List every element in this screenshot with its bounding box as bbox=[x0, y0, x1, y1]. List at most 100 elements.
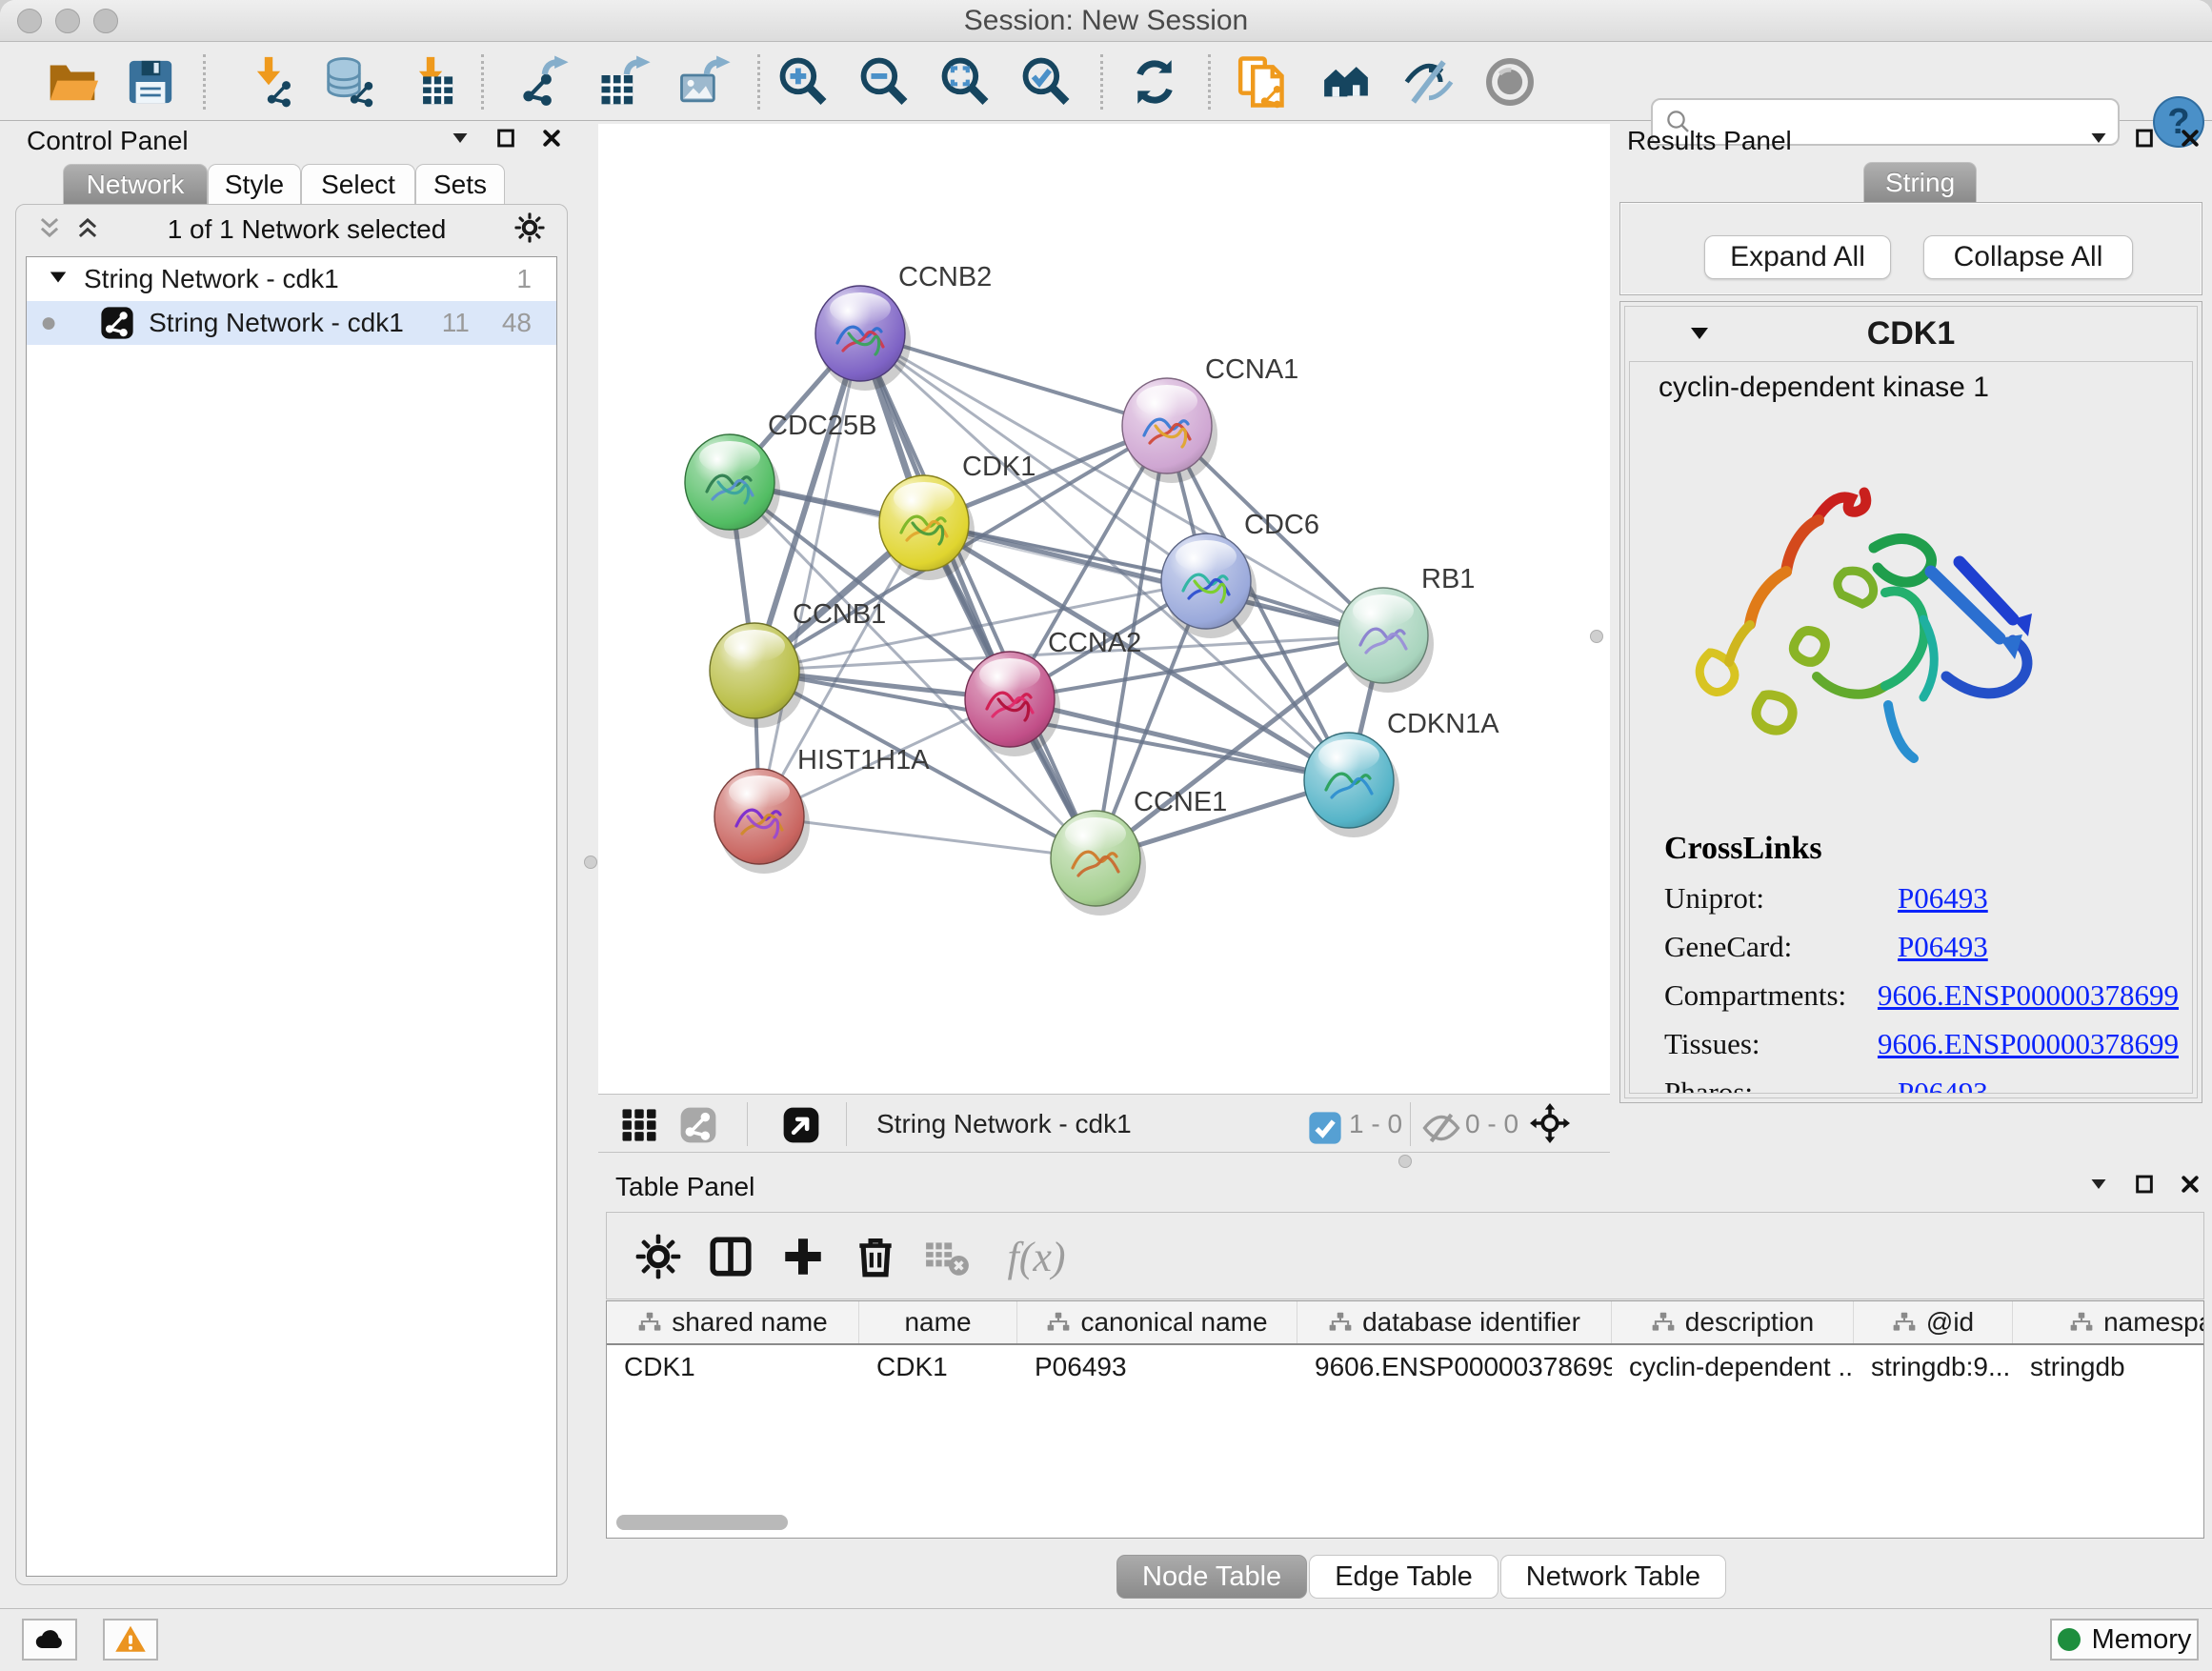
memory-button[interactable]: Memory bbox=[2050, 1619, 2199, 1661]
import-network-database-icon[interactable] bbox=[316, 52, 385, 111]
network-node-CDKN1A[interactable] bbox=[1304, 733, 1399, 837]
protein-header[interactable]: CDK1 bbox=[1625, 307, 2197, 360]
panel-close-icon[interactable] bbox=[2178, 126, 2202, 151]
import-network-file-icon[interactable] bbox=[234, 52, 303, 111]
column-header-canonical-name[interactable]: canonical name bbox=[1017, 1301, 1297, 1343]
column-header-shared-name[interactable]: shared name bbox=[607, 1301, 859, 1343]
protein-body: cyclin-dependent kinase 1 bbox=[1629, 361, 2193, 1094]
show-overview-eye-icon[interactable] bbox=[1476, 52, 1544, 111]
delete-column-trash-icon[interactable] bbox=[849, 1230, 902, 1283]
detach-view-icon[interactable] bbox=[781, 1105, 821, 1145]
collection-expand-icon[interactable] bbox=[48, 264, 69, 294]
network-overview-grid-icon[interactable] bbox=[619, 1105, 659, 1145]
pan-crosshair-icon[interactable] bbox=[1530, 1103, 1572, 1145]
table-panel-title: Table Panel bbox=[598, 1172, 754, 1202]
tab-edge-table[interactable]: Edge Table bbox=[1309, 1555, 1498, 1599]
network-node-CCNA1[interactable] bbox=[1122, 378, 1217, 483]
panel-float-icon[interactable] bbox=[493, 126, 518, 151]
table-row[interactable]: CDK1CDK1P064939606.ENSP00000378699cyclin… bbox=[607, 1345, 2203, 1389]
network-selection-status: 1 of 1 Network selected bbox=[100, 214, 513, 245]
network-row[interactable]: ● String Network - cdk1 11 48 bbox=[27, 301, 556, 345]
network-node-CCNE1[interactable] bbox=[1051, 811, 1146, 916]
collapse-all-button[interactable]: Collapse All bbox=[1923, 235, 2133, 279]
network-node-HIST1H1A[interactable] bbox=[714, 769, 810, 874]
apply-layout-icon[interactable] bbox=[1120, 52, 1189, 111]
network-options-gear-icon[interactable] bbox=[513, 211, 546, 249]
export-image-icon[interactable] bbox=[671, 52, 739, 111]
vertical-splitter-handle[interactable] bbox=[1590, 630, 1603, 643]
close-window-button[interactable] bbox=[17, 9, 42, 33]
crosslink-link[interactable]: P06493 bbox=[1898, 881, 1988, 916]
panel-float-icon[interactable] bbox=[2132, 126, 2157, 151]
panel-menu-icon[interactable] bbox=[2086, 1172, 2111, 1197]
tab-style[interactable]: Style bbox=[208, 164, 301, 204]
horizontal-scrollbar-thumb[interactable] bbox=[616, 1515, 788, 1530]
window-title: Session: New Session bbox=[0, 0, 2212, 42]
panel-float-icon[interactable] bbox=[2132, 1172, 2157, 1197]
network-canvas[interactable]: CCNB2CCNA1CDC25BCDK1CDC6RB1CCNB1CCNA2CDK… bbox=[598, 124, 1610, 1094]
export-network-icon[interactable] bbox=[509, 52, 577, 111]
crosslinks-title: CrossLinks bbox=[1664, 831, 2179, 867]
panel-close-icon[interactable] bbox=[539, 126, 564, 151]
zoom-fit-icon[interactable] bbox=[931, 52, 999, 111]
column-header-database-identifier[interactable]: database identifier bbox=[1297, 1301, 1612, 1343]
node-table[interactable]: shared namenamecanonical namedatabase id… bbox=[606, 1300, 2204, 1539]
node-label-CCNB1: CCNB1 bbox=[793, 599, 886, 630]
crosslink-label: Compartments: bbox=[1664, 978, 1878, 1013]
network-node-CDK1[interactable] bbox=[879, 475, 975, 580]
hidden-eye-icon[interactable] bbox=[1421, 1108, 1458, 1144]
crosslink-link[interactable]: P06493 bbox=[1898, 930, 1988, 964]
crosslink-link[interactable]: 9606.ENSP00000378699 bbox=[1878, 1027, 2179, 1061]
table-settings-gear-icon[interactable] bbox=[632, 1230, 685, 1283]
zoom-in-icon[interactable] bbox=[769, 52, 837, 111]
tab-string[interactable]: String bbox=[1863, 162, 1977, 202]
vertical-splitter-handle[interactable] bbox=[584, 856, 597, 869]
panel-close-icon[interactable] bbox=[2178, 1172, 2202, 1197]
tab-select[interactable]: Select bbox=[301, 164, 415, 204]
crosslink-link[interactable]: P06493 bbox=[1898, 1076, 1988, 1094]
minimize-window-button[interactable] bbox=[55, 9, 80, 33]
selected-checkbox-icon[interactable] bbox=[1305, 1108, 1339, 1142]
panel-menu-icon[interactable] bbox=[448, 126, 473, 151]
zoom-window-button[interactable] bbox=[93, 9, 118, 33]
expand-all-icon[interactable] bbox=[75, 215, 100, 245]
cloud-button[interactable] bbox=[22, 1619, 77, 1661]
node-label-CDK1: CDK1 bbox=[962, 452, 1036, 482]
string-share-icon[interactable] bbox=[678, 1105, 718, 1145]
hide-unhide-icon[interactable] bbox=[1395, 52, 1463, 111]
collapse-all-icon[interactable] bbox=[37, 215, 62, 245]
expand-all-button[interactable]: Expand All bbox=[1704, 235, 1891, 279]
panel-menu-icon[interactable] bbox=[2086, 126, 2111, 151]
toggle-columns-icon[interactable] bbox=[704, 1230, 757, 1283]
warning-button[interactable] bbox=[103, 1619, 158, 1661]
network-node-CDC25B[interactable] bbox=[685, 434, 780, 539]
new-network-from-selection-icon[interactable] bbox=[1228, 52, 1297, 111]
zoom-selected-icon[interactable] bbox=[1012, 52, 1080, 111]
tab-network-table[interactable]: Network Table bbox=[1500, 1555, 1726, 1599]
control-panel: Control Panel Network Style Select Sets … bbox=[10, 124, 573, 1589]
open-session-icon[interactable] bbox=[38, 52, 107, 111]
tab-sets[interactable]: Sets bbox=[415, 164, 505, 204]
organism-homes-icon[interactable] bbox=[1312, 52, 1380, 111]
column-header-description[interactable]: description bbox=[1612, 1301, 1854, 1343]
horizontal-splitter-handle[interactable] bbox=[1398, 1155, 1412, 1168]
network-node-CCNB2[interactable] bbox=[815, 286, 911, 391]
column-header-name[interactable]: name bbox=[859, 1301, 1017, 1343]
add-column-icon[interactable] bbox=[776, 1230, 830, 1283]
zoom-out-icon[interactable] bbox=[850, 52, 918, 111]
save-session-icon[interactable] bbox=[116, 52, 185, 111]
tab-node-table[interactable]: Node Table bbox=[1116, 1555, 1307, 1599]
protein-collapse-icon[interactable] bbox=[1688, 322, 1711, 350]
crosslink-row: Uniprot:P06493 bbox=[1664, 881, 2179, 916]
crosslink-link[interactable]: 9606.ENSP00000378699 bbox=[1878, 978, 2179, 1013]
import-table-file-icon[interactable] bbox=[396, 52, 465, 111]
column-header--id[interactable]: @id bbox=[1854, 1301, 2013, 1343]
protein-structure-image bbox=[1674, 457, 2045, 772]
export-table-icon[interactable] bbox=[591, 52, 659, 111]
results-panel-title: Results Panel bbox=[1610, 126, 1792, 156]
column-header-namespace[interactable]: namespace bbox=[2013, 1301, 2204, 1343]
network-node-RB1[interactable] bbox=[1338, 588, 1434, 693]
network-collection-row[interactable]: String Network - cdk1 1 bbox=[27, 257, 556, 301]
tab-network[interactable]: Network bbox=[63, 164, 208, 204]
network-tab-pane: 1 of 1 Network selected String Network -… bbox=[15, 204, 568, 1585]
